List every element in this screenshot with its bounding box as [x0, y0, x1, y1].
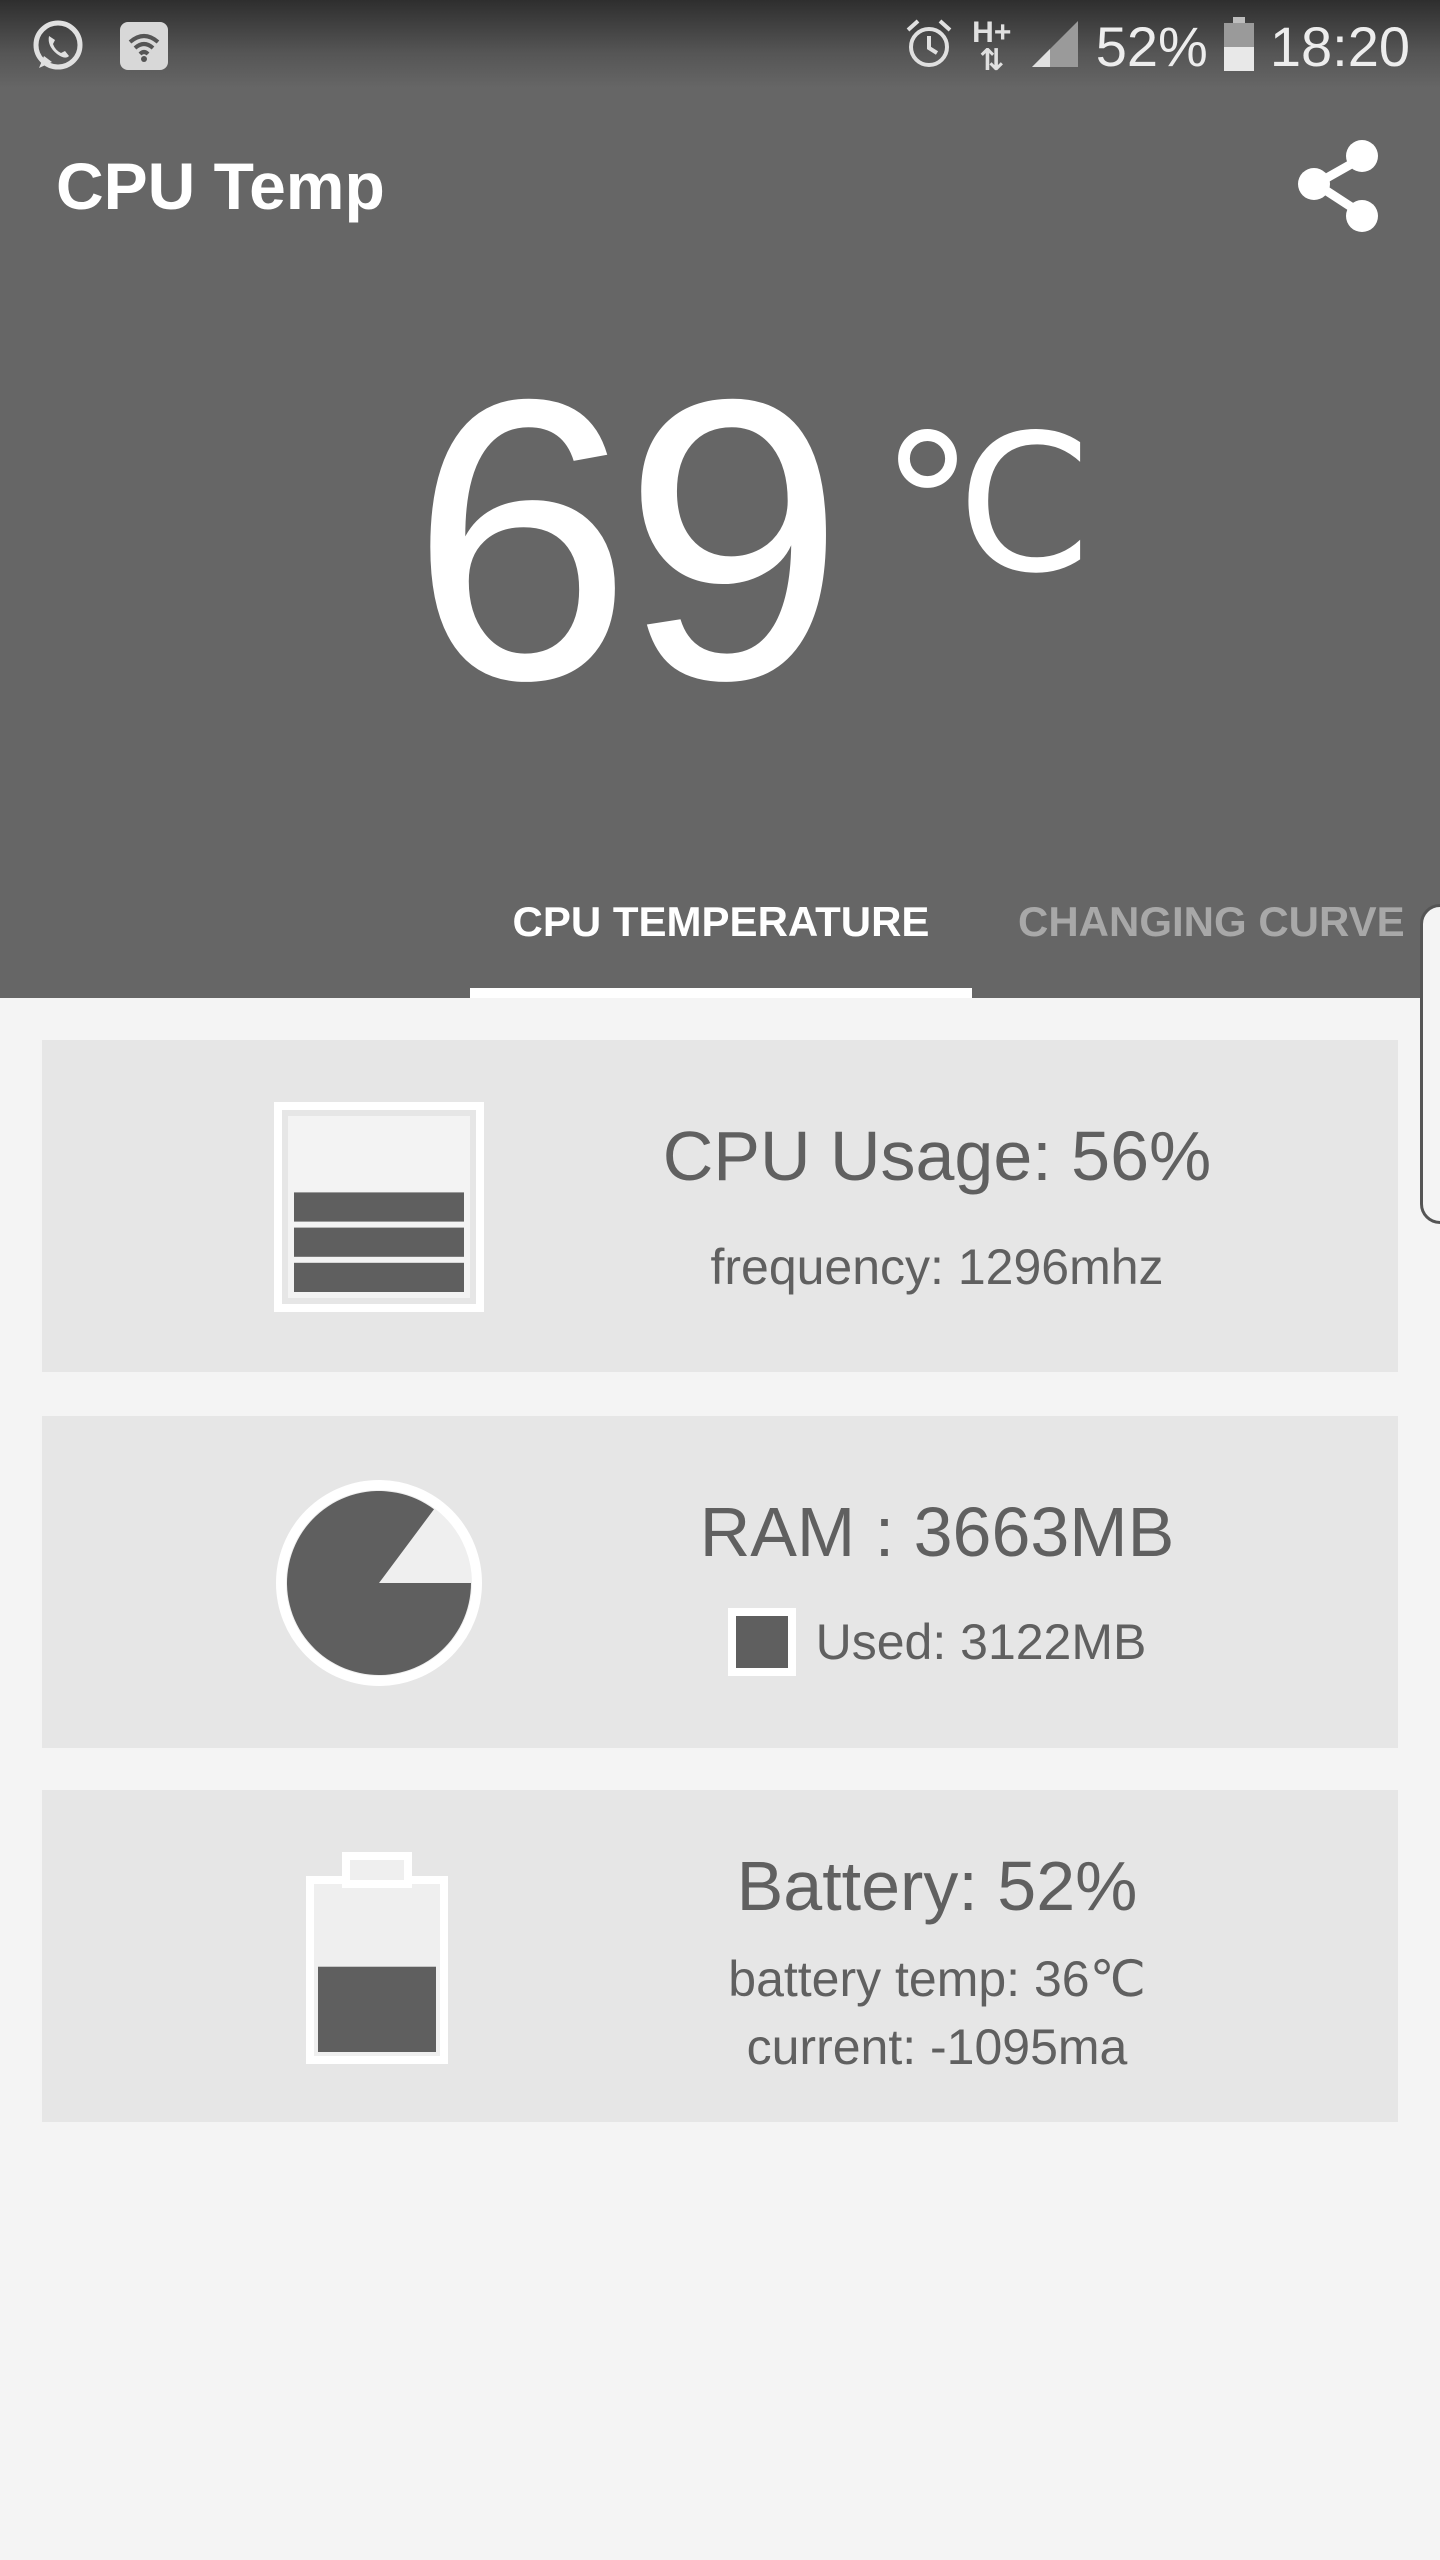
- battery-card[interactable]: Battery: 52% battery temp: 36℃ current: …: [42, 1790, 1398, 2122]
- hplus-data-icon: H+ ⇅: [972, 15, 1012, 77]
- clock-text: 18:20: [1269, 15, 1410, 78]
- tab-indicator: [470, 988, 972, 998]
- battery-level-fill: [318, 1966, 436, 2052]
- cpu-usage-icon: [274, 1102, 484, 1317]
- network-type-label: H+: [972, 15, 1012, 49]
- temperature-value: 69: [410, 316, 845, 763]
- notification-wifi-icon: [118, 20, 170, 77]
- share-icon: [1298, 140, 1378, 232]
- cpu-frequency-text: frequency: 1296mhz: [710, 1239, 1164, 1295]
- app-title: CPU Temp: [56, 149, 385, 223]
- cpu-usage-title: CPU Usage: 56%: [662, 1117, 1212, 1195]
- ram-used-text: Used: 3122MB: [815, 1614, 1147, 1670]
- battery-level-icon: [306, 1852, 448, 2069]
- whatsapp-icon: [30, 18, 86, 79]
- ram-used-legend: Used: 3122MB: [482, 1608, 1392, 1676]
- cpu-usage-card[interactable]: CPU Usage: 56% frequency: 1296mhz: [42, 1040, 1398, 1372]
- battery-title: Battery: 52%: [736, 1847, 1138, 1925]
- ram-used-swatch: [727, 1608, 796, 1676]
- battery-percent-text: 52%: [1095, 15, 1208, 78]
- signal-icon: [1030, 19, 1080, 74]
- cpu-usage-bar: [294, 1262, 464, 1292]
- app-header: H+ ⇅ 52% 18:20 CPU Temp 69 ℃ CPU TEMPERA…: [0, 0, 1440, 998]
- cpu-usage-bar: [294, 1227, 464, 1257]
- edge-panel-handle[interactable]: [1420, 904, 1440, 1224]
- cpu-usage-bar: [294, 1192, 464, 1222]
- temperature-unit: ℃: [880, 399, 1094, 611]
- alarm-icon: [904, 16, 954, 77]
- battery-temp-text: battery temp: 36℃: [728, 1951, 1146, 2007]
- status-bar: H+ ⇅ 52% 18:20: [0, 0, 1440, 88]
- ram-pie-icon: [274, 1478, 484, 1693]
- tab-cpu-temperature[interactable]: CPU TEMPERATURE: [470, 882, 972, 962]
- ram-card[interactable]: RAM : 3663MB Used: 3122MB: [42, 1416, 1398, 1748]
- share-button[interactable]: [1290, 132, 1390, 242]
- temperature-display: 69 ℃: [0, 340, 1440, 770]
- ram-total-title: RAM : 3663MB: [699, 1493, 1175, 1571]
- battery-current-text: current: -1095ma: [746, 2019, 1128, 2075]
- battery-icon: [1223, 17, 1254, 76]
- tab-changing-curve[interactable]: CHANGING CURVE: [1000, 882, 1440, 962]
